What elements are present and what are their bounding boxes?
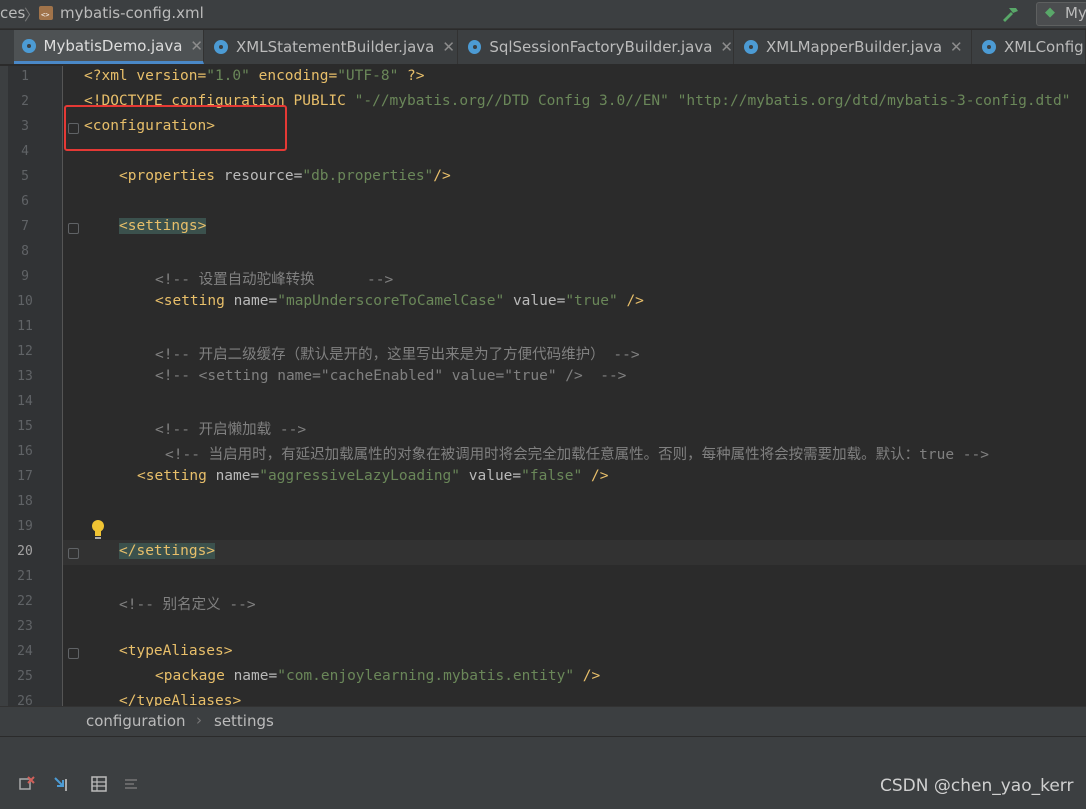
code-line-24: <typeAliases> <box>119 643 233 659</box>
code-line-25: <package name="com.enjoylearning.mybatis… <box>155 668 601 684</box>
line-number: 15 <box>17 419 33 434</box>
line-number: 2 <box>21 94 29 109</box>
watermark: CSDN @chen_yao_kerr <box>880 776 1074 796</box>
code-line-15: <!-- 开启懒加载 --> <box>155 422 307 438</box>
close-icon[interactable]: ✕ <box>190 37 203 55</box>
line-number: 10 <box>17 294 33 309</box>
line-number: 21 <box>17 569 33 584</box>
tab-label: SqlSessionFactoryBuilder.java <box>489 38 713 56</box>
code-line-26: </typeAliases> <box>119 693 242 706</box>
line-number: 14 <box>17 394 33 409</box>
code-editor[interactable]: 1 2 3 4 5 6 7 8 9 10 11 12 13 14 15 16 1… <box>0 66 1086 706</box>
code-line-20: </settings> <box>119 543 216 559</box>
structure-breadcrumb: configuration › settings <box>0 706 1086 737</box>
code-line-9: <!-- 设置自动驼峰转换 --> <box>155 272 394 288</box>
breadcrumb-configuration[interactable]: configuration <box>86 712 186 730</box>
tab-label: XMLStatementBuilder.java <box>236 38 435 56</box>
tool-window-strip <box>0 66 8 706</box>
code-line-12: <!-- 开启二级缓存（默认是开的，这里写出来是为了方便代码维护） --> <box>155 347 640 363</box>
code-line-1: <?xml version="1.0" encoding="UTF-8" ?> <box>84 68 425 84</box>
line-number: 7 <box>21 219 29 234</box>
line-number: 25 <box>17 669 33 684</box>
java-class-icon <box>22 38 36 53</box>
code-line-13: <!-- <setting name="cacheEnabled" value=… <box>155 368 627 384</box>
tab-sqlsessionfactorybuilder[interactable]: SqlSessionFactoryBuilder.java ✕ <box>460 30 734 64</box>
tab-label: MybatisDemo.java <box>43 36 183 55</box>
java-class-icon <box>468 40 482 54</box>
line-number: 23 <box>17 619 33 634</box>
line-number: 6 <box>21 194 29 209</box>
line-number: 16 <box>17 444 33 459</box>
editor-tabs: MybatisDemo.java ✕ XMLStatementBuilder.j… <box>0 30 1086 65</box>
close-tab-icon[interactable] <box>18 775 36 793</box>
code-line-22: <!-- 别名定义 --> <box>119 597 256 613</box>
line-number: 11 <box>17 319 33 334</box>
table-icon[interactable] <box>90 775 108 793</box>
run-config-selector[interactable]: ◆ My <box>1036 2 1086 26</box>
line-number: 3 <box>21 119 29 134</box>
code-line-10: <setting name="mapUnderscoreToCamelCase"… <box>155 293 644 309</box>
java-class-icon <box>982 40 996 54</box>
java-class-icon <box>744 40 758 54</box>
line-number: 13 <box>17 369 33 384</box>
line-number: 18 <box>17 494 33 509</box>
line-number: 1 <box>21 69 29 84</box>
wrap-icon[interactable] <box>122 775 140 793</box>
line-number: 5 <box>21 169 29 184</box>
fold-marker[interactable] <box>68 223 79 234</box>
line-number: 9 <box>21 269 29 284</box>
breadcrumb-file[interactable]: mybatis-config.xml <box>60 4 204 22</box>
code-line-5: <properties resource="db.properties"/> <box>119 168 451 184</box>
breadcrumb-separator: 〉 <box>24 6 40 24</box>
line-number-current: 20 <box>17 544 33 559</box>
code-line-7: <settings> <box>119 218 207 234</box>
bottom-tool-panel <box>0 736 1086 809</box>
line-number: 24 <box>17 644 33 659</box>
tab-xmlstatementbuilder[interactable]: XMLStatementBuilder.java ✕ <box>206 30 458 64</box>
tab-xmlmapperbuilder[interactable]: XMLMapperBuilder.java ✕ <box>736 30 972 64</box>
breadcrumb-separator: › <box>196 711 202 729</box>
close-icon[interactable]: ✕ <box>720 38 733 56</box>
build-hammer-icon[interactable] <box>1000 4 1020 24</box>
run-config-label: My <box>1065 4 1086 22</box>
breadcrumb-settings[interactable]: settings <box>214 712 274 730</box>
close-icon[interactable]: ✕ <box>950 38 963 56</box>
annotation-highlight-box <box>64 105 287 151</box>
current-line-highlight <box>63 540 1086 565</box>
java-class-icon <box>214 40 228 54</box>
line-number: 19 <box>17 519 33 534</box>
line-number: 22 <box>17 594 33 609</box>
fold-marker[interactable] <box>68 548 79 559</box>
svg-text:<>: <> <box>41 11 49 19</box>
close-icon[interactable]: ✕ <box>442 38 455 56</box>
tab-label: XMLMapperBuilder.java <box>766 38 943 56</box>
code-line-16: <!-- 当启用时，有延迟加载属性的对象在被调用时将会完全加载任意属性。否则，每… <box>165 447 989 463</box>
tab-mybatisdemo[interactable]: MybatisDemo.java ✕ <box>14 30 204 64</box>
navigation-bar: ces 〉 <> mybatis-config.xml ◆ My <box>0 0 1086 29</box>
fold-marker[interactable] <box>68 648 79 659</box>
line-number: 17 <box>17 469 33 484</box>
line-number: 12 <box>17 344 33 359</box>
xml-file-icon: <> <box>39 6 53 20</box>
run-config-icon: ◆ <box>1045 5 1055 20</box>
breadcrumb-prefix[interactable]: ces <box>0 4 25 22</box>
tab-label: XMLConfig <box>1004 38 1084 56</box>
line-number: 4 <box>21 144 29 159</box>
tab-xmlconfig[interactable]: XMLConfig <box>974 30 1086 64</box>
line-gutter[interactable] <box>0 66 63 706</box>
line-number: 26 <box>17 694 33 706</box>
code-line-17: <setting name="aggressiveLazyLoading" va… <box>137 468 609 484</box>
line-number: 8 <box>21 244 29 259</box>
lightbulb-icon[interactable] <box>90 519 106 541</box>
pin-icon[interactable] <box>52 775 70 793</box>
